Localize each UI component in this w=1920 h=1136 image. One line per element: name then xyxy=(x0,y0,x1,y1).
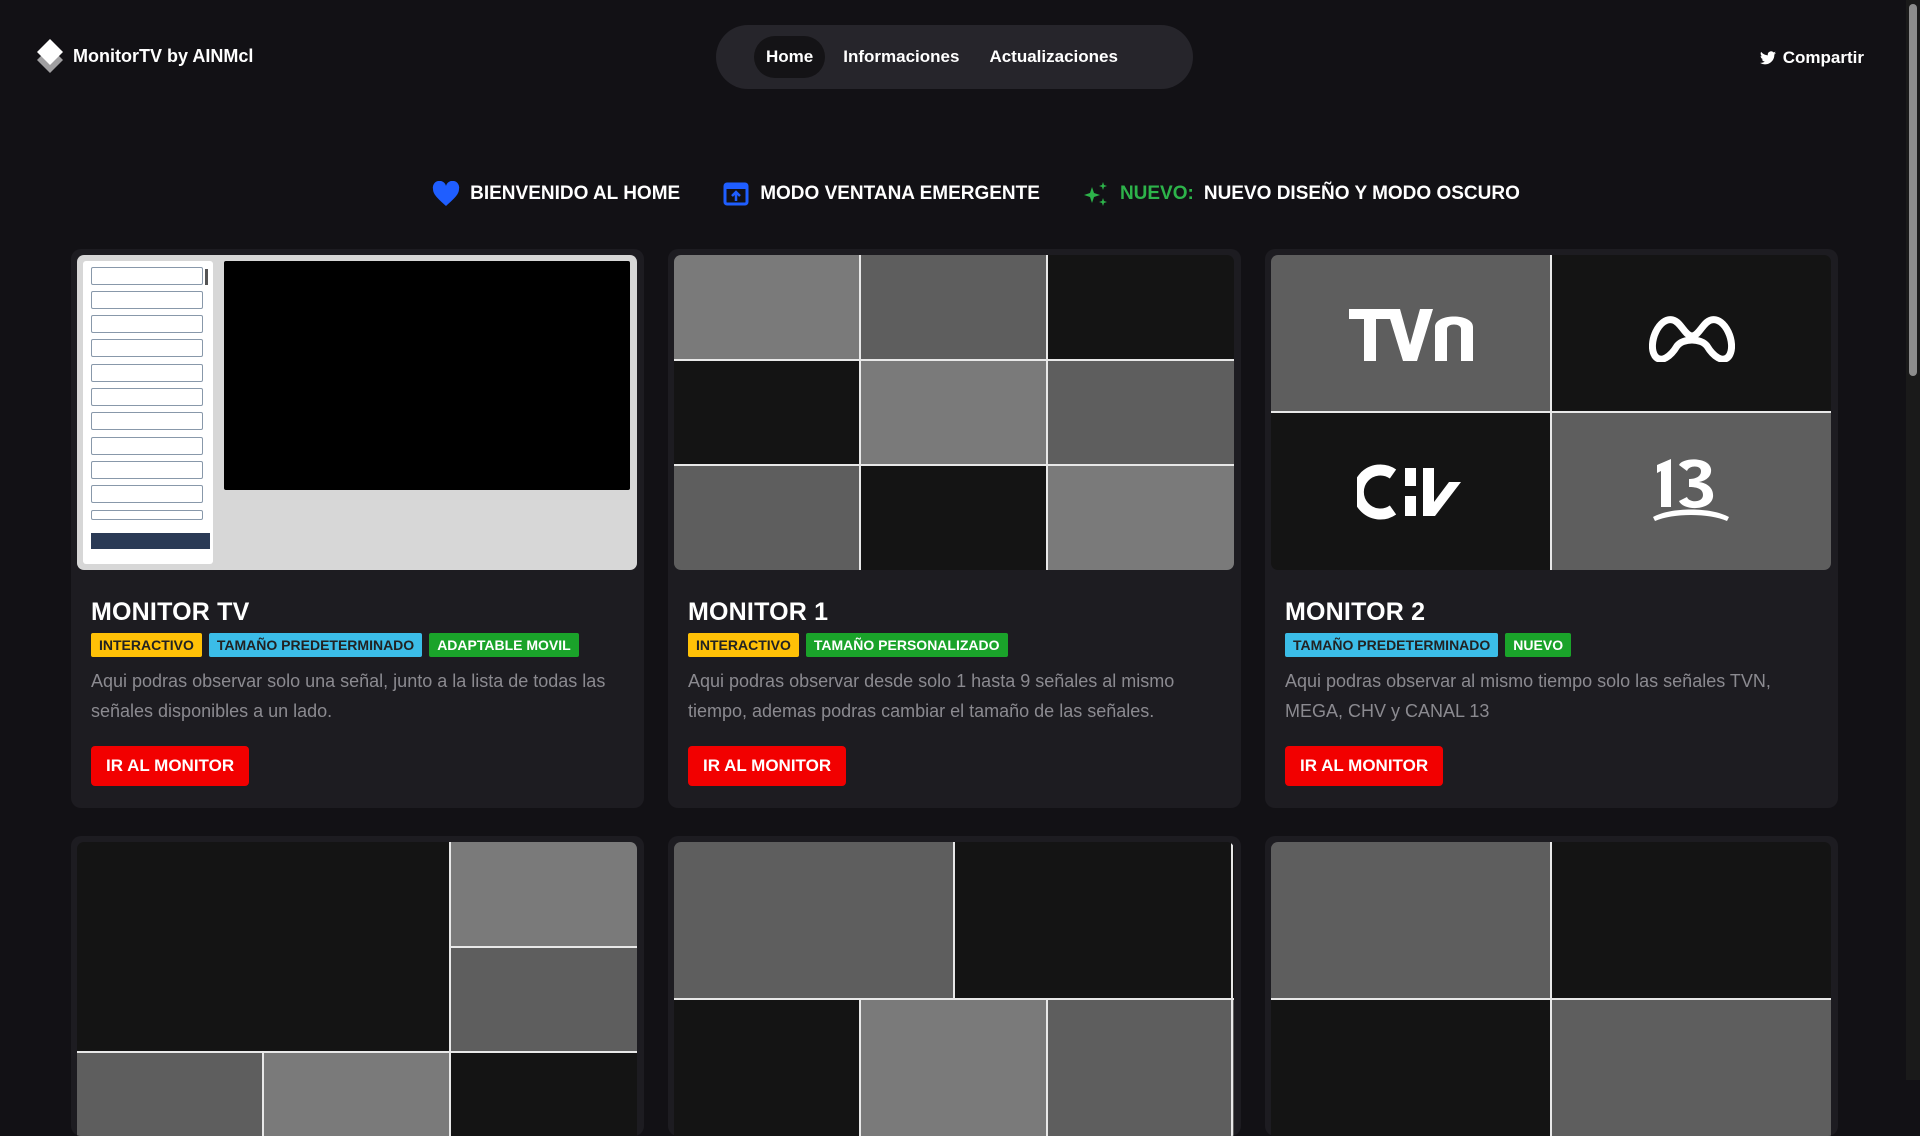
card-title: MONITOR 2 xyxy=(1285,598,1426,626)
welcome-text: BIENVENIDO AL HOME xyxy=(470,183,681,204)
share-label: Compartir xyxy=(1782,48,1864,67)
share-button[interactable]: Compartir xyxy=(1759,48,1864,68)
page-scrollbar[interactable] xyxy=(1906,0,1920,1080)
card-monitor-5 xyxy=(1265,836,1838,1136)
brand-logo-icon xyxy=(37,39,63,73)
card-monitor-2: MONITOR 2 TAMAÑO PREDETERMINADO NUEVO Aq… xyxy=(1265,249,1838,808)
card-monitor-3 xyxy=(71,836,644,1136)
nav-home[interactable]: Home xyxy=(754,36,826,78)
card-monitor-1: MONITOR 1 INTERACTIVO TAMAÑO PERSONALIZA… xyxy=(668,249,1241,808)
card-title: MONITOR TV xyxy=(91,598,250,626)
mega-logo-icon xyxy=(1649,316,1735,362)
monitor-3-preview xyxy=(77,842,637,1136)
card-title: MONITOR 1 xyxy=(688,598,829,626)
new-prefix: NUEVO: xyxy=(1119,183,1194,204)
brand[interactable]: MonitorTV by AINMcl xyxy=(37,39,253,73)
nav-actualizaciones[interactable]: Actualizaciones xyxy=(977,36,1130,78)
tag: NUEVO xyxy=(1505,633,1572,657)
tag: TAMAÑO PERSONALIZADO xyxy=(805,633,1008,657)
go-to-monitor-button[interactable]: IR AL MONITOR xyxy=(688,746,847,786)
channel-list-mock xyxy=(83,261,213,564)
popup-window-icon xyxy=(723,182,749,206)
card-description: Aqui podras observar al mismo tiempo sol… xyxy=(1285,671,1771,721)
main-nav: Home Informaciones Actualizaciones xyxy=(716,25,1193,89)
player-screen-mock xyxy=(224,261,630,490)
nav-informaciones[interactable]: Informaciones xyxy=(831,36,971,78)
tag: INTERACTIVO xyxy=(688,633,799,657)
announcement-bar: BIENVENIDO AL HOME MODO VENTANA EMERGENT… xyxy=(0,181,1920,207)
monitor-1-preview xyxy=(674,255,1234,570)
tag-list: TAMAÑO PREDETERMINADO NUEVO xyxy=(1285,633,1572,657)
go-to-monitor-button[interactable]: IR AL MONITOR xyxy=(91,746,250,786)
sparkles-icon xyxy=(1083,182,1107,206)
card-monitor-4 xyxy=(668,836,1241,1136)
announcement-new: NUEVO: NUEVO DISEÑO Y MODO OSCURO xyxy=(1082,181,1520,207)
go-to-monitor-button[interactable]: IR AL MONITOR xyxy=(1285,746,1444,786)
monitor-5-preview xyxy=(1271,842,1831,1136)
card-description: Aqui podras observar solo una señal, jun… xyxy=(91,671,606,721)
monitor-tv-preview xyxy=(77,255,637,570)
tvn-logo-icon xyxy=(1349,309,1473,361)
tag: TAMAÑO PREDETERMINADO xyxy=(1285,633,1499,657)
monitor-cards: MONITOR TV INTERACTIVO TAMAÑO PREDETERMI… xyxy=(71,249,1838,1136)
tag-list: INTERACTIVO TAMAÑO PERSONALIZADO xyxy=(688,633,1008,657)
card-monitor-tv: MONITOR TV INTERACTIVO TAMAÑO PREDETERMI… xyxy=(71,249,644,808)
new-text: NUEVO DISEÑO Y MODO OSCURO xyxy=(1203,183,1520,204)
tag-list: INTERACTIVO TAMAÑO PREDETERMINADO ADAPTA… xyxy=(91,633,579,657)
tag: ADAPTABLE MOVIL xyxy=(429,633,579,657)
brand-name: MonitorTV by AINMcl xyxy=(73,45,254,66)
monitor-4-preview xyxy=(674,842,1234,1136)
tag: INTERACTIVO xyxy=(91,633,202,657)
heart-icon xyxy=(432,181,460,206)
twitter-icon xyxy=(1759,51,1776,65)
chv-logo-icon xyxy=(1357,464,1461,520)
canal13-logo-icon xyxy=(1653,459,1729,521)
card-description: Aqui podras observar desde solo 1 hasta … xyxy=(688,671,1175,721)
scrollbar-thumb[interactable] xyxy=(1909,4,1917,376)
monitor-2-preview xyxy=(1271,255,1831,570)
popup-text: MODO VENTANA EMERGENTE xyxy=(760,183,1040,204)
tag: TAMAÑO PREDETERMINADO xyxy=(208,633,423,657)
announcement-popup: MODO VENTANA EMERGENTE xyxy=(722,181,1040,207)
announcement-welcome: BIENVENIDO AL HOME xyxy=(432,181,680,207)
